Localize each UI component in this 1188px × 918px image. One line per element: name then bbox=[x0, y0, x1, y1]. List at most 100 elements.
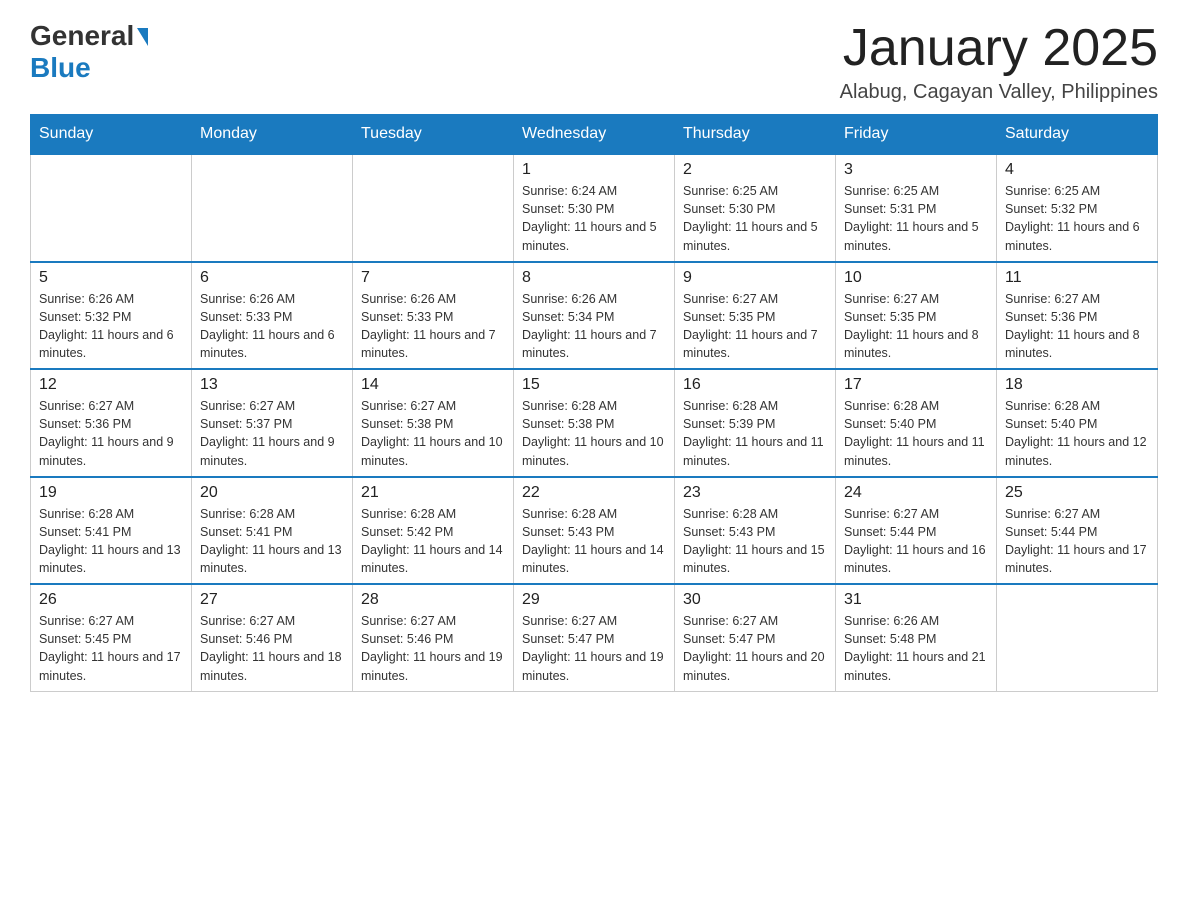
day-number: 17 bbox=[844, 376, 988, 394]
calendar-cell: 14 Sunrise: 6:27 AM Sunset: 5:38 PM Dayli… bbox=[353, 369, 514, 477]
logo-triangle-icon bbox=[137, 28, 148, 46]
calendar-cell: 4Sunrise: 6:25 AM Sunset: 5:32 PM Daylig… bbox=[997, 154, 1158, 262]
day-number: 25 bbox=[1005, 484, 1149, 502]
day-info: Sunrise: 6:26 AM Sunset: 5:32 PM Dayligh… bbox=[39, 290, 183, 363]
calendar-cell: 20 Sunrise: 6:28 AM Sunset: 5:41 PM Dayli… bbox=[192, 477, 353, 585]
day-number: 28 bbox=[361, 591, 505, 609]
calendar-cell bbox=[31, 154, 192, 262]
day-info: Sunrise: 6:25 AM Sunset: 5:30 PM Dayligh… bbox=[683, 182, 827, 255]
calendar-cell: 22 Sunrise: 6:28 AM Sunset: 5:43 PM Dayli… bbox=[514, 477, 675, 585]
day-info: Sunrise: 6:26 AM Sunset: 5:48 PM Dayligh… bbox=[844, 612, 988, 685]
week-row-2: 5 Sunrise: 6:26 AM Sunset: 5:32 PM Daylig… bbox=[31, 262, 1158, 370]
day-info: Sunrise: 6:27 AM Sunset: 5:45 PM Dayligh… bbox=[39, 612, 183, 685]
day-info: Sunrise: 6:27 AM Sunset: 5:47 PM Dayligh… bbox=[522, 612, 666, 685]
calendar-cell: 27 Sunrise: 6:27 AM Sunset: 5:46 PM Dayli… bbox=[192, 584, 353, 691]
calendar-header-friday: Friday bbox=[836, 115, 997, 155]
day-number: 13 bbox=[200, 376, 344, 394]
day-number: 19 bbox=[39, 484, 183, 502]
day-info: Sunrise: 6:27 AM Sunset: 5:44 PM Dayligh… bbox=[844, 505, 988, 578]
title-section: January 2025 Alabug, Cagayan Valley, Phi… bbox=[840, 20, 1158, 104]
calendar-table: SundayMondayTuesdayWednesdayThursdayFrid… bbox=[30, 114, 1158, 692]
calendar-cell: 23 Sunrise: 6:28 AM Sunset: 5:43 PM Dayli… bbox=[675, 477, 836, 585]
calendar-cell: 11Sunrise: 6:27 AM Sunset: 5:36 PM Dayli… bbox=[997, 262, 1158, 370]
calendar-cell: 13 Sunrise: 6:27 AM Sunset: 5:37 PM Dayli… bbox=[192, 369, 353, 477]
day-info: Sunrise: 6:26 AM Sunset: 5:34 PM Dayligh… bbox=[522, 290, 666, 363]
day-number: 16 bbox=[683, 376, 827, 394]
calendar-cell: 25 Sunrise: 6:27 AM Sunset: 5:44 PM Dayli… bbox=[997, 477, 1158, 585]
day-number: 26 bbox=[39, 591, 183, 609]
day-number: 18 bbox=[1005, 376, 1149, 394]
day-info: Sunrise: 6:27 AM Sunset: 5:47 PM Dayligh… bbox=[683, 612, 827, 685]
day-info: Sunrise: 6:26 AM Sunset: 5:33 PM Dayligh… bbox=[361, 290, 505, 363]
day-info: Sunrise: 6:28 AM Sunset: 5:39 PM Dayligh… bbox=[683, 397, 827, 470]
day-number: 22 bbox=[522, 484, 666, 502]
day-number: 14 bbox=[361, 376, 505, 394]
day-number: 24 bbox=[844, 484, 988, 502]
day-number: 15 bbox=[522, 376, 666, 394]
week-row-5: 26 Sunrise: 6:27 AM Sunset: 5:45 PM Dayli… bbox=[31, 584, 1158, 691]
day-number: 20 bbox=[200, 484, 344, 502]
calendar-cell: 28 Sunrise: 6:27 AM Sunset: 5:46 PM Dayli… bbox=[353, 584, 514, 691]
day-info: Sunrise: 6:27 AM Sunset: 5:46 PM Dayligh… bbox=[361, 612, 505, 685]
day-number: 30 bbox=[683, 591, 827, 609]
day-number: 1 bbox=[522, 161, 666, 179]
calendar-header-tuesday: Tuesday bbox=[353, 115, 514, 155]
week-row-3: 12Sunrise: 6:27 AM Sunset: 5:36 PM Dayli… bbox=[31, 369, 1158, 477]
day-info: Sunrise: 6:28 AM Sunset: 5:43 PM Dayligh… bbox=[522, 505, 666, 578]
day-info: Sunrise: 6:28 AM Sunset: 5:41 PM Dayligh… bbox=[200, 505, 344, 578]
calendar-cell: 16 Sunrise: 6:28 AM Sunset: 5:39 PM Dayli… bbox=[675, 369, 836, 477]
calendar-header-wednesday: Wednesday bbox=[514, 115, 675, 155]
day-info: Sunrise: 6:26 AM Sunset: 5:33 PM Dayligh… bbox=[200, 290, 344, 363]
calendar-cell: 31 Sunrise: 6:26 AM Sunset: 5:48 PM Dayli… bbox=[836, 584, 997, 691]
day-number: 9 bbox=[683, 269, 827, 287]
calendar-cell: 30 Sunrise: 6:27 AM Sunset: 5:47 PM Dayli… bbox=[675, 584, 836, 691]
calendar-cell: 9 Sunrise: 6:27 AM Sunset: 5:35 PM Daylig… bbox=[675, 262, 836, 370]
day-info: Sunrise: 6:27 AM Sunset: 5:35 PM Dayligh… bbox=[683, 290, 827, 363]
calendar-cell bbox=[192, 154, 353, 262]
calendar-cell: 18 Sunrise: 6:28 AM Sunset: 5:40 PM Dayli… bbox=[997, 369, 1158, 477]
day-number: 5 bbox=[39, 269, 183, 287]
week-row-4: 19 Sunrise: 6:28 AM Sunset: 5:41 PM Dayli… bbox=[31, 477, 1158, 585]
logo-general-text: General bbox=[30, 20, 134, 52]
calendar-cell: 5 Sunrise: 6:26 AM Sunset: 5:32 PM Daylig… bbox=[31, 262, 192, 370]
page-header: General Blue January 2025 Alabug, Cagaya… bbox=[30, 20, 1158, 104]
day-number: 8 bbox=[522, 269, 666, 287]
calendar-cell: 21 Sunrise: 6:28 AM Sunset: 5:42 PM Dayli… bbox=[353, 477, 514, 585]
calendar-cell bbox=[997, 584, 1158, 691]
day-info: Sunrise: 6:28 AM Sunset: 5:42 PM Dayligh… bbox=[361, 505, 505, 578]
day-info: Sunrise: 6:27 AM Sunset: 5:36 PM Dayligh… bbox=[39, 397, 183, 470]
day-info: Sunrise: 6:27 AM Sunset: 5:38 PM Dayligh… bbox=[361, 397, 505, 470]
calendar-header-saturday: Saturday bbox=[997, 115, 1158, 155]
calendar-cell: 3Sunrise: 6:25 AM Sunset: 5:31 PM Daylig… bbox=[836, 154, 997, 262]
calendar-cell: 2Sunrise: 6:25 AM Sunset: 5:30 PM Daylig… bbox=[675, 154, 836, 262]
day-info: Sunrise: 6:24 AM Sunset: 5:30 PM Dayligh… bbox=[522, 182, 666, 255]
day-number: 23 bbox=[683, 484, 827, 502]
day-info: Sunrise: 6:28 AM Sunset: 5:38 PM Dayligh… bbox=[522, 397, 666, 470]
calendar-cell: 12Sunrise: 6:27 AM Sunset: 5:36 PM Dayli… bbox=[31, 369, 192, 477]
location-subtitle: Alabug, Cagayan Valley, Philippines bbox=[840, 81, 1158, 104]
day-info: Sunrise: 6:28 AM Sunset: 5:41 PM Dayligh… bbox=[39, 505, 183, 578]
calendar-cell: 26 Sunrise: 6:27 AM Sunset: 5:45 PM Dayli… bbox=[31, 584, 192, 691]
calendar-cell: 17 Sunrise: 6:28 AM Sunset: 5:40 PM Dayli… bbox=[836, 369, 997, 477]
day-number: 3 bbox=[844, 161, 988, 179]
day-info: Sunrise: 6:28 AM Sunset: 5:40 PM Dayligh… bbox=[1005, 397, 1149, 470]
day-number: 11 bbox=[1005, 269, 1149, 287]
day-number: 10 bbox=[844, 269, 988, 287]
day-number: 7 bbox=[361, 269, 505, 287]
day-info: Sunrise: 6:28 AM Sunset: 5:43 PM Dayligh… bbox=[683, 505, 827, 578]
logo-blue-text: Blue bbox=[30, 52, 91, 84]
day-number: 31 bbox=[844, 591, 988, 609]
day-number: 27 bbox=[200, 591, 344, 609]
calendar-cell: 1 Sunrise: 6:24 AM Sunset: 5:30 PM Daylig… bbox=[514, 154, 675, 262]
calendar-cell: 19 Sunrise: 6:28 AM Sunset: 5:41 PM Dayli… bbox=[31, 477, 192, 585]
calendar-cell: 29 Sunrise: 6:27 AM Sunset: 5:47 PM Dayli… bbox=[514, 584, 675, 691]
day-number: 29 bbox=[522, 591, 666, 609]
calendar-cell: 6Sunrise: 6:26 AM Sunset: 5:33 PM Daylig… bbox=[192, 262, 353, 370]
day-info: Sunrise: 6:27 AM Sunset: 5:46 PM Dayligh… bbox=[200, 612, 344, 685]
day-info: Sunrise: 6:27 AM Sunset: 5:44 PM Dayligh… bbox=[1005, 505, 1149, 578]
day-info: Sunrise: 6:28 AM Sunset: 5:40 PM Dayligh… bbox=[844, 397, 988, 470]
month-title: January 2025 bbox=[840, 20, 1158, 77]
day-info: Sunrise: 6:27 AM Sunset: 5:37 PM Dayligh… bbox=[200, 397, 344, 470]
day-number: 21 bbox=[361, 484, 505, 502]
calendar-header-row: SundayMondayTuesdayWednesdayThursdayFrid… bbox=[31, 115, 1158, 155]
